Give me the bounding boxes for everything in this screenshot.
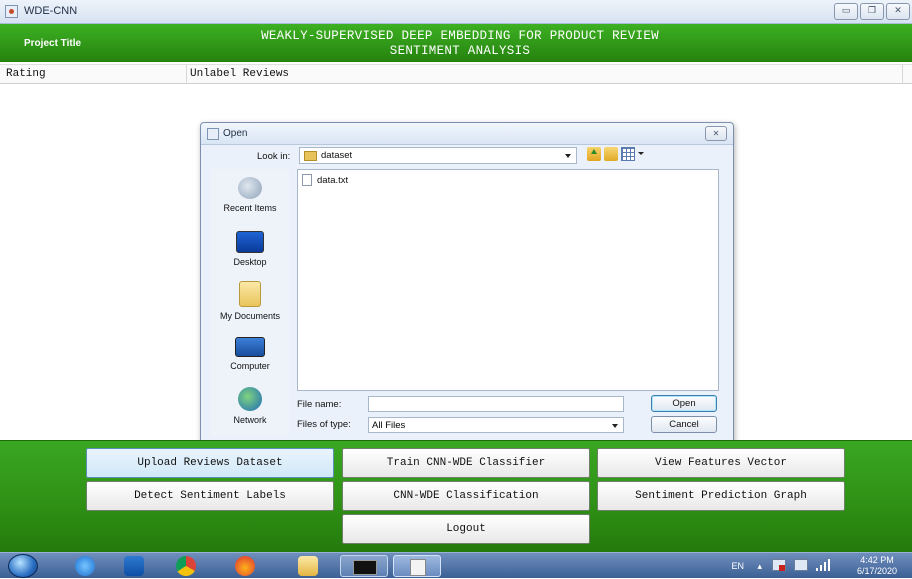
close-button[interactable]: ✕ (886, 3, 910, 20)
place-label: Network (233, 415, 267, 425)
start-orb-icon[interactable] (8, 554, 38, 578)
file-name: data.txt (317, 174, 349, 186)
app-header: Project Title WEAKLY-SUPERVISED DEEP EMB… (0, 24, 912, 62)
open-button[interactable]: Open (651, 395, 717, 412)
firefox-icon[interactable] (235, 556, 255, 576)
recent-items-icon (238, 177, 262, 199)
outlook-icon[interactable] (124, 556, 144, 576)
text-file-icon (302, 174, 312, 186)
files-of-type-select[interactable]: All Files (368, 417, 624, 433)
look-in-value: dataset (321, 150, 353, 161)
java-app-icon (5, 5, 18, 18)
classification-button[interactable]: CNN-WDE Classification (342, 481, 590, 511)
window-controls: ▭ ❐ ✕ (834, 3, 910, 20)
place-computer[interactable]: Computer (211, 337, 289, 371)
prediction-graph-button[interactable]: Sentiment Prediction Graph (597, 481, 845, 511)
file-name-input[interactable] (368, 396, 624, 412)
place-label: My Documents (219, 311, 281, 321)
signal-icon[interactable] (816, 559, 830, 571)
column-divider[interactable] (186, 65, 187, 84)
place-recent-items[interactable]: Recent Items (211, 177, 289, 213)
maximize-button[interactable]: ❐ (860, 3, 884, 20)
chevron-down-icon (565, 154, 571, 158)
network-tray-icon[interactable] (794, 559, 808, 571)
reviews-table-header: Rating Unlabel Reviews (0, 64, 912, 84)
java-app-icon (207, 128, 219, 140)
files-of-type-label: Files of type: (297, 419, 351, 430)
desktop-icon (236, 231, 264, 253)
dialog-toolbar (587, 147, 644, 161)
file-explorer-icon[interactable] (298, 556, 318, 576)
clock-date: 6/17/2020 (856, 566, 898, 576)
clock-time: 4:42 PM (860, 555, 894, 565)
action-panel: Upload Reviews Dataset Train CNN-WDE Cla… (0, 440, 912, 552)
file-name-label: File name: (297, 399, 342, 410)
chevron-down-icon (612, 424, 618, 428)
place-label: Computer (230, 361, 270, 371)
network-icon (238, 387, 262, 411)
place-desktop[interactable]: Desktop (211, 231, 289, 267)
look-in-select[interactable]: dataset (299, 147, 577, 164)
view-features-button[interactable]: View Features Vector (597, 448, 845, 478)
chrome-icon[interactable] (176, 556, 196, 576)
train-classifier-button[interactable]: Train CNN-WDE Classifier (342, 448, 590, 478)
window-titlebar: WDE-CNN ▭ ❐ ✕ (0, 0, 912, 24)
show-hidden-icons[interactable]: ▴ (757, 561, 762, 572)
look-in-label: Look in: (257, 151, 291, 162)
upload-dataset-button[interactable]: Upload Reviews Dataset (86, 448, 334, 478)
language-indicator[interactable]: EN (731, 561, 744, 571)
computer-icon (235, 337, 265, 357)
dialog-close-button[interactable]: ✕ (705, 126, 727, 141)
minimize-button[interactable]: ▭ (834, 3, 858, 20)
place-my-documents[interactable]: My Documents (211, 281, 289, 321)
command-prompt-icon[interactable] (340, 555, 388, 577)
page-title-line1: WEAKLY-SUPERVISED DEEP EMBEDDING FOR PRO… (261, 29, 659, 43)
internet-explorer-icon[interactable] (75, 556, 95, 576)
dialog-title: Open (223, 128, 248, 139)
column-unlabel-reviews[interactable]: Unlabel Reviews (190, 68, 289, 80)
open-file-dialog: Open ✕ Look in: dataset Recent Items Des… (200, 122, 734, 444)
new-folder-icon[interactable] (604, 147, 618, 161)
places-bar: Recent Items Desktop My Documents Comput… (211, 169, 289, 435)
page-title-line2: SENTIMENT ANALYSIS (389, 44, 531, 58)
dialog-titlebar: Open ✕ (201, 123, 733, 145)
java-icon[interactable] (393, 555, 441, 577)
place-label: Recent Items (223, 203, 277, 213)
action-center-icon[interactable] (772, 559, 786, 571)
window-title: WDE-CNN (24, 5, 78, 17)
system-clock[interactable]: 4:42 PM 6/17/2020 (850, 555, 904, 577)
place-label: Desktop (233, 257, 267, 267)
list-item[interactable]: data.txt (302, 174, 348, 186)
documents-folder-icon (239, 281, 261, 307)
file-list[interactable]: data.txt (297, 169, 719, 391)
place-network[interactable]: Network (211, 387, 289, 425)
logout-button[interactable]: Logout (342, 514, 590, 544)
detect-sentiment-button[interactable]: Detect Sentiment Labels (86, 481, 334, 511)
chevron-down-icon[interactable] (638, 147, 644, 161)
column-divider[interactable] (902, 65, 903, 84)
view-menu-icon[interactable] (621, 147, 635, 161)
project-title-label: Project Title (24, 38, 82, 49)
column-rating[interactable]: Rating (6, 68, 46, 80)
up-folder-icon[interactable] (587, 147, 601, 161)
taskbar: EN ▴ 4:42 PM 6/17/2020 (0, 552, 912, 578)
page-title: WEAKLY-SUPERVISED DEEP EMBEDDING FOR PRO… (170, 29, 750, 59)
folder-icon (304, 151, 317, 161)
files-of-type-value: All Files (372, 420, 406, 431)
cancel-button[interactable]: Cancel (651, 416, 717, 433)
